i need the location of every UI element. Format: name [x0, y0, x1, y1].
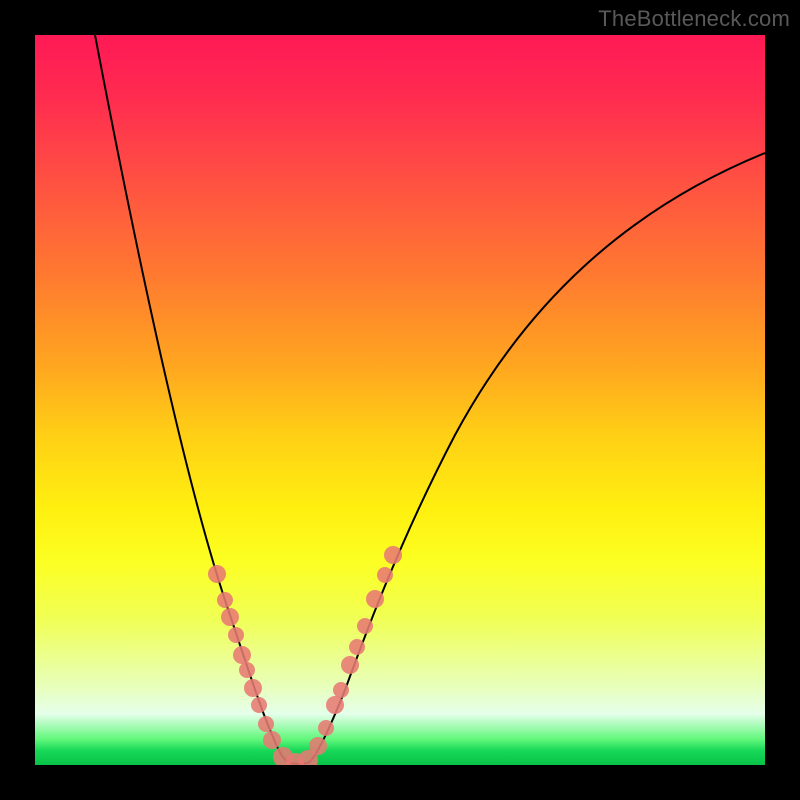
data-dot	[384, 546, 402, 564]
data-dot	[208, 565, 226, 583]
plot-area	[35, 35, 765, 765]
data-dot	[357, 618, 373, 634]
data-dot	[239, 662, 255, 678]
data-dot	[258, 716, 274, 732]
left-curve	[95, 35, 290, 763]
data-dot	[318, 720, 334, 736]
chart-svg	[35, 35, 765, 765]
data-dot	[326, 696, 344, 714]
data-dot	[263, 731, 281, 749]
watermark-text: TheBottleneck.com	[598, 6, 790, 32]
data-dot	[251, 697, 267, 713]
data-dot	[228, 627, 244, 643]
data-dot	[244, 679, 262, 697]
data-dot	[366, 590, 384, 608]
data-dot	[233, 646, 251, 664]
data-dot	[349, 639, 365, 655]
chart-container: TheBottleneck.com	[0, 0, 800, 800]
data-dot	[217, 592, 233, 608]
data-dot	[333, 682, 349, 698]
data-dot	[309, 737, 327, 755]
right-curve	[308, 153, 765, 763]
data-dot	[341, 656, 359, 674]
data-dot	[221, 608, 239, 626]
data-dot	[377, 567, 393, 583]
dots-group	[208, 546, 402, 765]
